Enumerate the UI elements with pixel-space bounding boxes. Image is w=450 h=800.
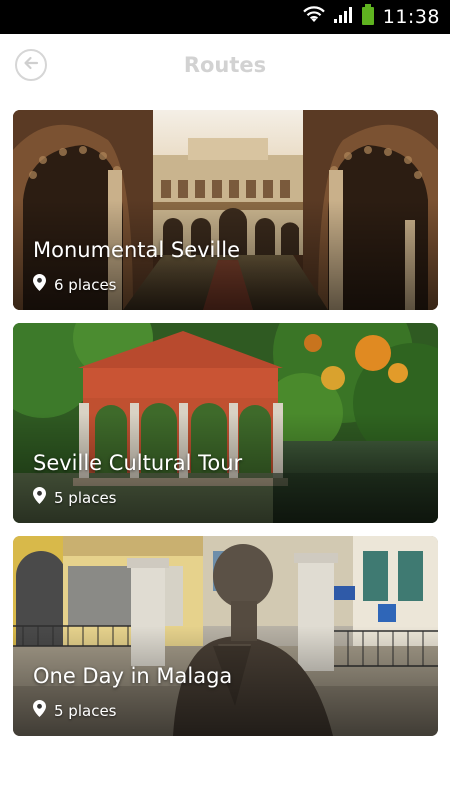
- status-time: 11:38: [382, 6, 440, 28]
- battery-icon: [361, 4, 375, 30]
- route-card-monumental-seville[interactable]: Monumental Seville 6 places: [13, 110, 438, 310]
- location-pin-icon: [33, 487, 46, 508]
- back-arrow-icon: [22, 54, 40, 76]
- route-places: 5 places: [33, 700, 116, 721]
- wifi-icon: [302, 6, 325, 28]
- places-count: 6 places: [54, 275, 117, 294]
- route-card-seville-cultural-tour[interactable]: Seville Cultural Tour 5 places: [13, 323, 438, 523]
- route-title: One Day in Malaga: [33, 664, 233, 688]
- location-pin-icon: [33, 700, 46, 721]
- back-button[interactable]: [15, 49, 47, 81]
- places-count: 5 places: [54, 701, 117, 720]
- page-title: Routes: [183, 53, 267, 77]
- route-places: 6 places: [33, 274, 116, 295]
- route-card-one-day-in-malaga[interactable]: One Day in Malaga 5 places: [13, 536, 438, 736]
- route-places: 5 places: [33, 487, 116, 508]
- app-bar: Routes: [0, 34, 450, 96]
- signal-icon: [333, 6, 353, 28]
- route-title: Seville Cultural Tour: [33, 451, 243, 475]
- route-title: Monumental Seville: [33, 238, 240, 262]
- places-count: 5 places: [54, 488, 117, 507]
- location-pin-icon: [33, 274, 46, 295]
- status-bar: 11:38: [0, 0, 450, 34]
